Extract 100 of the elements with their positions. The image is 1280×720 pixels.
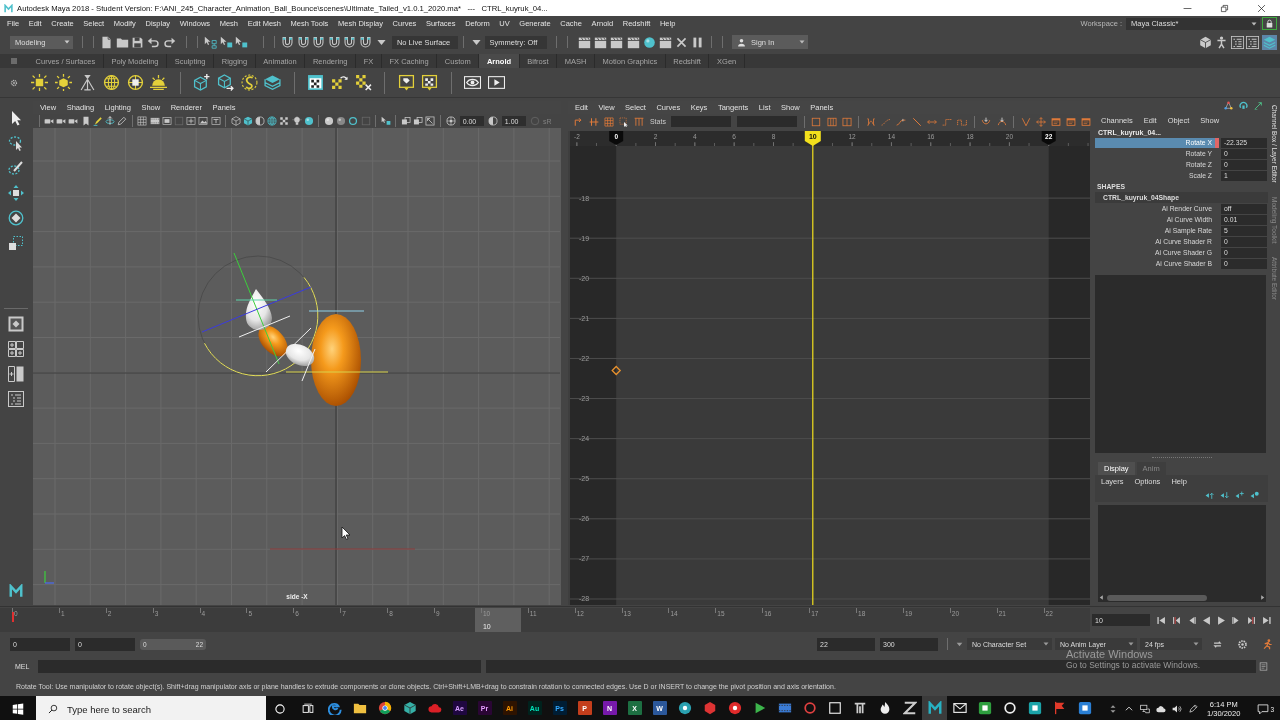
wire-cube-icon[interactable]: [230, 116, 241, 126]
play-icon[interactable]: [487, 74, 505, 91]
panel-icon[interactable]: [1081, 116, 1092, 127]
magnet-icon[interactable]: [343, 35, 357, 49]
v-shape-icon[interactable]: [1020, 116, 1031, 127]
arch-icon[interactable]: [1239, 101, 1248, 110]
sphere-icon[interactable]: [324, 116, 335, 126]
line-icon[interactable]: [911, 116, 922, 127]
cube-plus-icon[interactable]: [193, 74, 211, 91]
camera-icon[interactable]: [68, 116, 79, 126]
up-down-arrows-icon[interactable]: [1108, 704, 1118, 714]
sphere-icon[interactable]: [642, 35, 656, 49]
left-arrow-icon[interactable]: [1098, 594, 1105, 601]
cube-arrow-icon[interactable]: [216, 74, 234, 91]
restore-icon[interactable]: [1220, 3, 1229, 13]
clapperboard-icon[interactable]: [594, 35, 608, 49]
diagonal-arrow-icon[interactable]: [1254, 101, 1263, 110]
comb-icon[interactable]: [634, 116, 645, 127]
clapperboard-icon[interactable]: [610, 35, 624, 49]
brush-icon[interactable]: [7, 160, 24, 176]
split-square-icon[interactable]: [826, 116, 837, 127]
sphere-icon[interactable]: [303, 116, 314, 126]
pointer-square-icon[interactable]: [235, 35, 249, 49]
right-arrow-icon[interactable]: [1259, 594, 1266, 601]
sunrise-icon[interactable]: [150, 74, 168, 91]
checker-cycle-icon[interactable]: [331, 74, 348, 91]
triangle-nodes-icon[interactable]: [1224, 101, 1233, 110]
pen-icon[interactable]: [1188, 704, 1198, 714]
list-panel-icon[interactable]: [7, 391, 24, 407]
single-pane-icon[interactable]: [7, 316, 24, 332]
stats-field[interactable]: [670, 116, 731, 127]
camera-icon[interactable]: [44, 116, 55, 126]
step-back-icon[interactable]: [1186, 614, 1197, 626]
region-select-icon[interactable]: [619, 116, 630, 127]
lock-icon[interactable]: [1262, 17, 1277, 30]
checker-window-icon[interactable]: [307, 74, 325, 91]
checker-down-icon[interactable]: [421, 74, 439, 91]
grid-icon[interactable]: [137, 116, 148, 126]
settings-icon[interactable]: [10, 78, 18, 87]
stacked-windows-icon[interactable]: [302, 703, 314, 715]
half-square-icon[interactable]: [841, 116, 852, 127]
loop-arrows-icon[interactable]: [1212, 638, 1223, 650]
folder-icon[interactable]: [115, 35, 129, 49]
current-time-marker[interactable]: [474, 608, 521, 632]
layer-add-icon[interactable]: [1235, 490, 1244, 500]
magnet-icon[interactable]: [296, 35, 310, 49]
eye-icon[interactable]: [464, 74, 482, 91]
square-light-icon[interactable]: [31, 74, 49, 91]
crosshair-frame-icon[interactable]: [186, 116, 197, 126]
magnet-icon[interactable]: [312, 35, 326, 49]
film-strip-icon[interactable]: [149, 116, 160, 126]
step-back-key-icon[interactable]: [1171, 614, 1182, 626]
step-forward-icon[interactable]: [1231, 614, 1242, 626]
sphere-icon[interactable]: [336, 116, 347, 126]
pause-icon[interactable]: [691, 35, 705, 49]
cube-light-icon[interactable]: [55, 74, 73, 91]
two-panes-icon[interactable]: [7, 366, 24, 382]
checker-cross-icon[interactable]: [354, 74, 372, 91]
lasso-icon[interactable]: [7, 135, 24, 151]
cube-icon[interactable]: [242, 116, 253, 126]
four-panes-icon[interactable]: [12, 703, 24, 715]
insert-key-icon[interactable]: [588, 116, 599, 127]
skip-forward-icon[interactable]: [1261, 614, 1272, 626]
key-move-icon[interactable]: [573, 116, 584, 127]
frame-icon[interactable]: [161, 116, 172, 126]
notification-icon[interactable]: [1257, 703, 1270, 715]
clapperboard-icon[interactable]: [626, 35, 640, 49]
pointer-square-icon[interactable]: [219, 35, 233, 49]
close-icon[interactable]: [1257, 3, 1266, 13]
overlapping-squares-icon[interactable]: [400, 116, 411, 126]
rotate-icon[interactable]: [7, 210, 24, 226]
bracket-curve-icon[interactable]: [866, 116, 877, 127]
magnet-icon[interactable]: [281, 35, 295, 49]
curve-arrow-icon[interactable]: [981, 116, 992, 127]
layer-down-icon[interactable]: [1220, 490, 1229, 500]
spotlight-icon[interactable]: [78, 74, 96, 91]
light-bulb-icon[interactable]: [291, 116, 302, 126]
dotted-curve-icon[interactable]: [881, 116, 892, 127]
pen-icon[interactable]: [92, 116, 103, 126]
magnet-icon[interactable]: [359, 35, 372, 49]
command-input-field[interactable]: [38, 659, 482, 673]
document-lines-icon[interactable]: [1259, 661, 1269, 671]
layer-up-icon[interactable]: [1205, 490, 1214, 500]
step-forward-key-icon[interactable]: [1246, 614, 1257, 626]
cube-icon[interactable]: [1199, 35, 1213, 49]
stacked-slabs-icon[interactable]: [264, 74, 282, 91]
half-circle-icon[interactable]: [487, 116, 498, 126]
camera-icon[interactable]: [56, 116, 67, 126]
ring-icon[interactable]: [348, 116, 359, 126]
redo-icon[interactable]: [162, 35, 176, 49]
layers-icon[interactable]: [1261, 34, 1277, 50]
square-icon[interactable]: [811, 116, 822, 127]
running-figure-icon[interactable]: [1262, 638, 1273, 650]
network-icon[interactable]: [1140, 704, 1150, 714]
step-curve-icon[interactable]: [957, 116, 968, 127]
aperture-icon[interactable]: [445, 116, 456, 126]
checker-icon[interactable]: [279, 116, 290, 126]
orbit-icon[interactable]: [105, 116, 116, 126]
clapperboard-icon[interactable]: [659, 35, 673, 49]
box-down-icon[interactable]: [397, 74, 415, 91]
